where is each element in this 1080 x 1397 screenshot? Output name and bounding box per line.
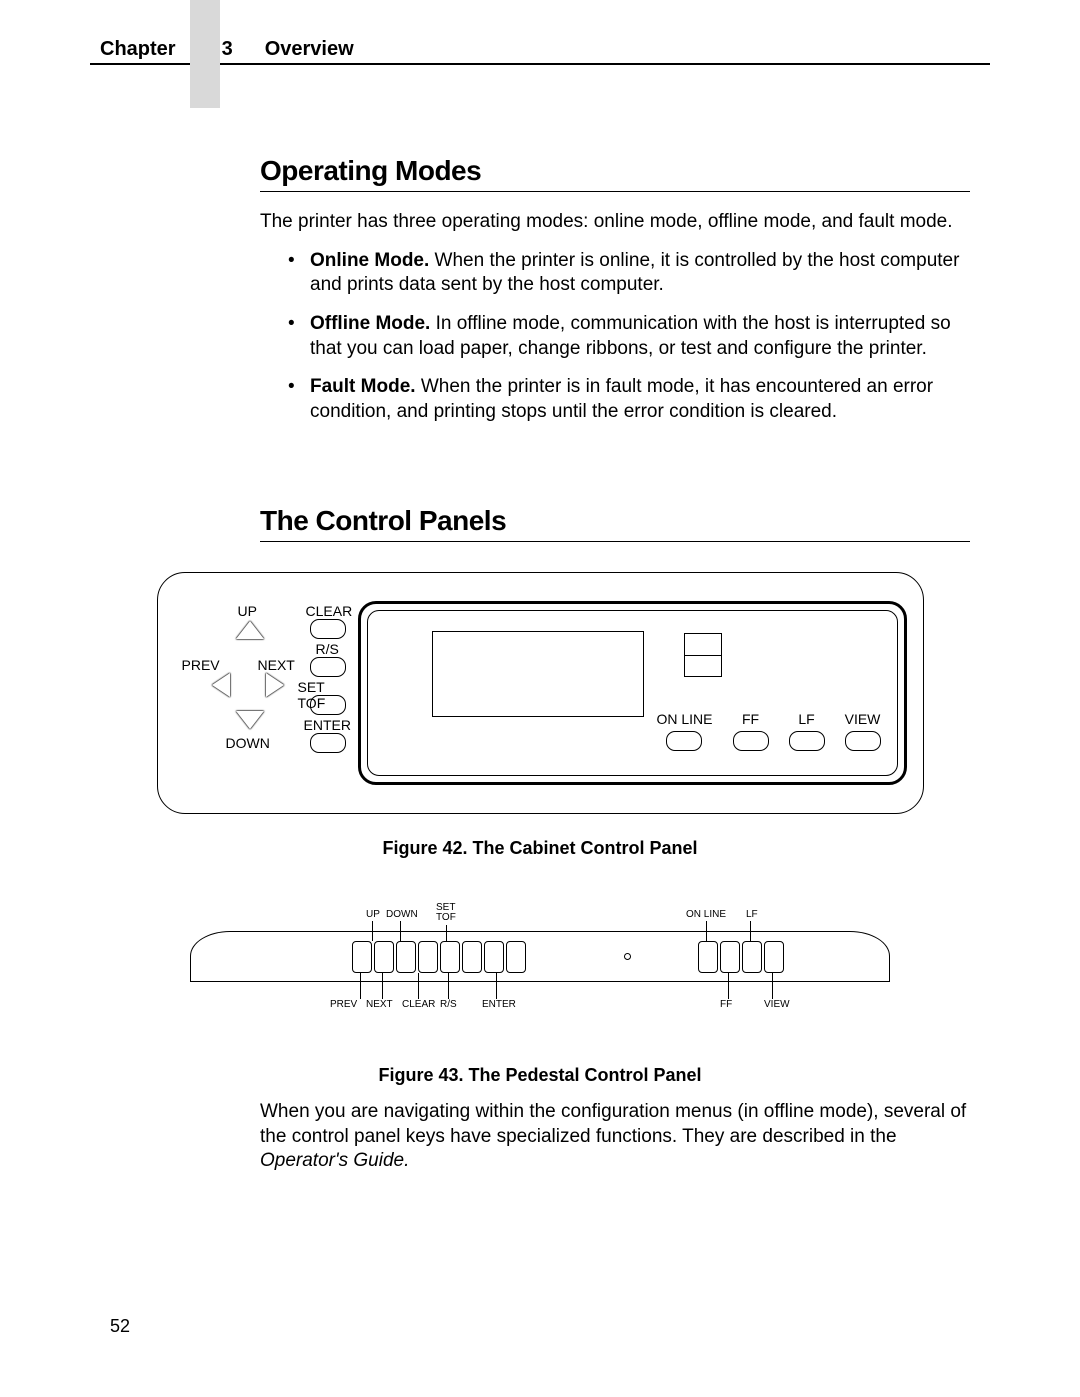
ped-btn-r4 xyxy=(764,941,784,973)
callout-line xyxy=(750,921,751,941)
up-arrow-icon xyxy=(236,621,264,639)
pedestal-body xyxy=(190,931,890,982)
ped-label-up: UP xyxy=(366,909,380,920)
mode-online: Online Mode. When the printer is online,… xyxy=(288,249,970,298)
cabinet-ff-label: FF xyxy=(733,711,769,727)
pill-icon xyxy=(733,731,769,751)
cabinet-online-button: ON LINE xyxy=(656,711,712,751)
down-arrow-icon xyxy=(236,711,264,729)
cabinet-control-panel-figure: UP PREV NEXT DOWN CLEAR R/S SET TOF ENTE… xyxy=(157,572,924,814)
ped-btn-5 xyxy=(440,941,460,973)
cabinet-view-button: VIEW xyxy=(845,711,881,751)
keypad-label-down: DOWN xyxy=(226,735,270,751)
page: Chapter 3 Overview Operating Modes The p… xyxy=(0,0,1080,1397)
right-arrow-icon xyxy=(266,673,284,697)
page-number: 52 xyxy=(110,1316,130,1337)
rs-button-icon xyxy=(310,657,346,677)
ped-label-online: ON LINE xyxy=(686,909,726,920)
closing-paragraph: When you are navigating within the confi… xyxy=(260,1100,970,1174)
content-area: Operating Modes The printer has three op… xyxy=(260,155,970,542)
pedestal-control-panel-figure: UP DOWN SET TOF ON LINE LF PREV NEXT CLE… xyxy=(190,895,890,1025)
ped-btn-2 xyxy=(374,941,394,973)
callout-line xyxy=(382,973,383,999)
keypad-label-rs: R/S xyxy=(316,641,339,657)
ped-btn-8 xyxy=(506,941,526,973)
ped-label-view: VIEW xyxy=(764,999,790,1010)
ped-btn-4 xyxy=(418,941,438,973)
cabinet-display-inner: ON LINE FF LF VIEW xyxy=(367,610,898,776)
ped-label-settof: SET TOF xyxy=(436,903,456,923)
mode-online-term: Online Mode. xyxy=(310,250,429,271)
closing-emphasis: Operator's Guide. xyxy=(260,1150,409,1171)
cabinet-lf-label: LF xyxy=(789,711,825,727)
cabinet-display-outer: ON LINE FF LF VIEW xyxy=(358,601,907,785)
section-heading-operating-modes: Operating Modes xyxy=(260,155,970,192)
ped-label-rs: R/S xyxy=(440,999,457,1010)
callout-line xyxy=(400,921,401,941)
ped-label-down: DOWN xyxy=(386,909,418,920)
ped-btn-1 xyxy=(352,941,372,973)
figure-42-caption: Figure 42. The Cabinet Control Panel xyxy=(100,838,980,859)
pill-icon xyxy=(666,731,702,751)
mode-offline-term: Offline Mode. xyxy=(310,313,430,334)
ped-btn-6 xyxy=(462,941,482,973)
ped-label-lf: LF xyxy=(746,909,758,920)
keypad-label-clear: CLEAR xyxy=(306,603,353,619)
enter-button-icon xyxy=(310,733,346,753)
cabinet-online-label: ON LINE xyxy=(656,711,712,727)
keypad-label-next: NEXT xyxy=(258,657,295,673)
callout-line xyxy=(772,973,773,999)
cabinet-lf-button: LF xyxy=(789,711,825,751)
ped-label-next: NEXT xyxy=(366,999,393,1010)
mode-fault: Fault Mode. When the printer is in fault… xyxy=(288,375,970,424)
callout-line xyxy=(706,921,707,941)
chapter-tab-decoration xyxy=(190,0,220,108)
ped-label-enter: ENTER xyxy=(482,999,516,1010)
callout-line xyxy=(360,973,361,999)
callout-line xyxy=(418,973,419,999)
operating-modes-list: Online Mode. When the printer is online,… xyxy=(288,249,970,425)
callout-line xyxy=(728,973,729,999)
callout-line xyxy=(496,973,497,999)
header-chapter: Chapter xyxy=(100,38,176,61)
keypad-label-prev: PREV xyxy=(182,657,220,673)
operating-modes-intro: The printer has three operating modes: o… xyxy=(260,210,970,235)
callout-line xyxy=(372,921,373,941)
cabinet-view-label: VIEW xyxy=(845,711,881,727)
closing-content: When you are navigating within the confi… xyxy=(260,1100,970,1174)
mode-fault-term: Fault Mode. xyxy=(310,376,416,397)
ped-label-prev: PREV xyxy=(330,999,357,1010)
page-header: Chapter 3 Overview xyxy=(90,38,990,65)
callout-line xyxy=(446,925,447,941)
settof-button-icon xyxy=(310,695,346,715)
header-chapter-number: 3 xyxy=(222,38,233,61)
pill-icon xyxy=(845,731,881,751)
ped-btn-7 xyxy=(484,941,504,973)
ped-btn-r2 xyxy=(720,941,740,973)
section-heading-control-panels: The Control Panels xyxy=(260,505,970,542)
header-title: Overview xyxy=(265,38,354,61)
ped-btn-3 xyxy=(396,941,416,973)
status-led xyxy=(684,633,722,677)
mode-offline: Offline Mode. In offline mode, communica… xyxy=(288,312,970,361)
callout-line xyxy=(448,973,449,999)
closing-text: When you are navigating within the confi… xyxy=(260,1101,966,1147)
clear-button-icon xyxy=(310,619,346,639)
ped-label-clear: CLEAR xyxy=(402,999,435,1010)
keypad-label-up: UP xyxy=(238,603,257,619)
pedestal-led xyxy=(624,953,631,960)
keypad-label-enter: ENTER xyxy=(304,717,351,733)
ped-btn-r3 xyxy=(742,941,762,973)
left-arrow-icon xyxy=(212,673,230,697)
cabinet-keypad: UP PREV NEXT DOWN CLEAR R/S SET TOF ENTE… xyxy=(182,595,352,795)
lcd-screen xyxy=(432,631,644,717)
ped-label-ff: FF xyxy=(720,999,732,1010)
cabinet-ff-button: FF xyxy=(733,711,769,751)
figure-43-caption: Figure 43. The Pedestal Control Panel xyxy=(100,1065,980,1086)
ped-btn-r1 xyxy=(698,941,718,973)
pill-icon xyxy=(789,731,825,751)
